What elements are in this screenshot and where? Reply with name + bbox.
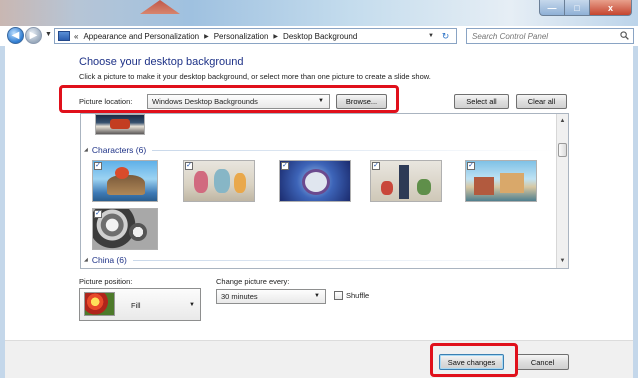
picture-thumbnail[interactable]: ✓ [92, 160, 158, 202]
group-header-characters[interactable]: ◢ Characters (6) [84, 144, 554, 156]
group-header-china[interactable]: ◢ China (6) [84, 254, 554, 266]
breadcrumb-separator-icon[interactable]: ▶ [204, 33, 209, 40]
picture-position-value: Fill [131, 301, 141, 310]
select-checkbox[interactable]: ✓ [467, 162, 475, 170]
picture-thumbnail[interactable] [95, 114, 145, 135]
clear-all-button[interactable]: Clear all [516, 94, 567, 109]
window-controls: — □ x [539, 0, 632, 16]
gallery-scrollbar[interactable]: ▲ ▼ [556, 114, 568, 268]
change-picture-select[interactable]: 30 minutes ▼ [216, 289, 326, 304]
maximize-button[interactable]: □ [565, 0, 590, 16]
picture-position-select[interactable]: Fill ▼ [79, 288, 201, 321]
picture-thumbnail[interactable]: ✓ [370, 160, 442, 202]
chevron-down-icon: ▼ [314, 293, 320, 299]
picture-thumbnail[interactable]: ✓ [279, 160, 351, 202]
group-divider [132, 259, 554, 261]
group-divider [152, 149, 554, 151]
refresh-icon[interactable]: ↻ [438, 30, 453, 42]
select-checkbox[interactable]: ✓ [94, 162, 102, 170]
minimize-button[interactable]: — [539, 0, 565, 16]
scrollbar-thumb[interactable] [558, 143, 567, 157]
group-label: China (6) [91, 255, 127, 265]
shuffle-option[interactable]: Shuffle [334, 291, 369, 300]
shuffle-checkbox[interactable] [334, 291, 343, 300]
select-checkbox[interactable]: ✓ [372, 162, 380, 170]
breadcrumb-appearance[interactable]: Appearance and Personalization [83, 32, 199, 41]
breadcrumb-overflow[interactable]: « [74, 32, 78, 41]
highlight-picture-location [59, 85, 399, 113]
picture-gallery[interactable]: ◢ Characters (6) ✓ ✓ ✓ ✓ ✓ ✓ ◢ China (6)… [80, 113, 569, 269]
address-dropdown-icon[interactable]: ▼ [428, 33, 434, 39]
group-label: Characters (6) [91, 145, 147, 155]
picture-thumbnail[interactable]: ✓ [92, 208, 158, 250]
change-picture-label: Change picture every: [216, 277, 290, 286]
collapse-icon: ◢ [84, 147, 88, 153]
picture-position-label: Picture position: [79, 277, 133, 286]
arrow-right-icon: ▶ [29, 30, 38, 41]
select-all-button[interactable]: Select all [454, 94, 509, 109]
window-title-bar: — □ x [0, 0, 638, 26]
scroll-down-icon[interactable]: ▼ [557, 255, 568, 267]
search-input[interactable] [472, 31, 622, 41]
breadcrumb-desktop-background[interactable]: Desktop Background [283, 32, 357, 41]
picture-thumbnail[interactable]: ✓ [183, 160, 255, 202]
page-description: Click a picture to make it your desktop … [79, 72, 431, 81]
breadcrumb-separator-icon[interactable]: ▶ [273, 33, 278, 40]
address-bar[interactable]: « Appearance and Personalization ▶ Perso… [54, 28, 457, 44]
arrow-left-icon: ◀ [11, 30, 20, 41]
select-checkbox[interactable]: ✓ [281, 162, 289, 170]
back-button[interactable]: ◀ [7, 27, 24, 44]
breadcrumb: « Appearance and Personalization ▶ Perso… [74, 32, 357, 41]
chevron-down-icon: ▼ [189, 302, 195, 308]
collapse-icon: ◢ [84, 257, 88, 263]
search-box[interactable] [466, 28, 634, 44]
cancel-button[interactable]: Cancel [516, 354, 569, 370]
scroll-up-icon[interactable]: ▲ [557, 115, 568, 127]
change-picture-value: 30 minutes [221, 292, 258, 301]
breadcrumb-personalization[interactable]: Personalization [214, 32, 269, 41]
page-title: Choose your desktop background [79, 56, 244, 68]
forward-button[interactable]: ▶ [25, 27, 42, 44]
navigation-bar: ◀ ▶ ▼ « Appearance and Personalization ▶… [0, 26, 638, 46]
title-decoration [140, 0, 180, 14]
recent-pages-dropdown[interactable]: ▼ [45, 31, 52, 38]
picture-thumbnail[interactable]: ✓ [465, 160, 537, 202]
shuffle-label: Shuffle [346, 291, 370, 300]
select-checkbox[interactable]: ✓ [94, 210, 102, 218]
search-icon[interactable] [620, 31, 629, 40]
select-checkbox[interactable]: ✓ [185, 162, 193, 170]
close-button[interactable]: x [590, 0, 632, 16]
highlight-save-changes [430, 343, 518, 377]
position-preview-image [84, 292, 115, 316]
control-panel-icon [58, 31, 70, 41]
